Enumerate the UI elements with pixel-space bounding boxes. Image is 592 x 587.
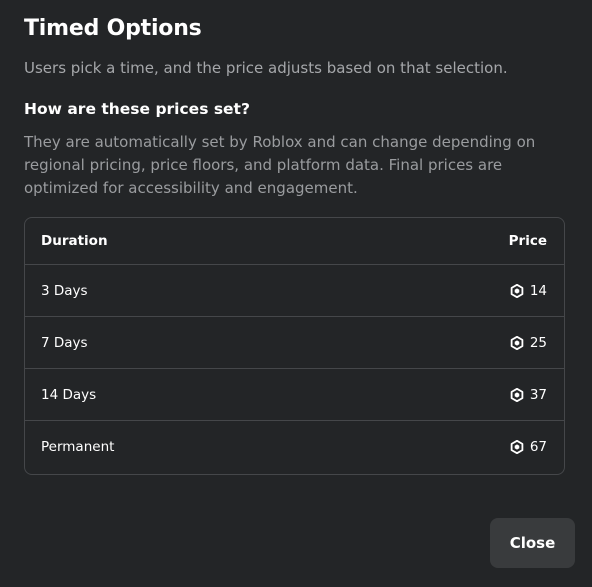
table-row: 14 Days 37 (25, 369, 564, 421)
table-row: 3 Days 14 (25, 265, 564, 317)
table-row: Permanent 67 (25, 421, 564, 473)
dialog-title: Timed Options (24, 16, 202, 41)
robux-icon (510, 283, 524, 298)
price-cell: 37 (510, 387, 547, 403)
price-cell: 67 (510, 439, 547, 455)
price-value: 25 (529, 334, 547, 351)
duration-cell: 3 Days (41, 282, 88, 299)
table-header-row: Duration Price (25, 218, 564, 265)
close-button[interactable]: Close (490, 518, 575, 568)
price-table: Duration Price 3 Days 14 7 Days 25 14 Da… (24, 217, 565, 475)
price-column-header: Price (508, 233, 547, 249)
faq-heading: How are these prices set? (24, 100, 250, 118)
price-cell: 14 (510, 283, 547, 299)
robux-icon (510, 440, 524, 454)
duration-cell: 7 Days (41, 334, 88, 351)
duration-column-header: Duration (41, 233, 108, 249)
price-cell: 25 (510, 335, 547, 351)
table-row: 7 Days 25 (25, 317, 564, 369)
robux-icon (510, 387, 524, 402)
price-value: 14 (529, 282, 547, 299)
robux-icon (510, 335, 524, 350)
dialog-subtitle: Users pick a time, and the price adjusts… (24, 59, 508, 77)
duration-cell: 14 Days (41, 386, 97, 403)
price-value: 67 (529, 439, 547, 455)
faq-body: They are automatically set by Roblox and… (24, 133, 536, 197)
duration-cell: Permanent (41, 439, 115, 455)
price-value: 37 (529, 386, 547, 403)
